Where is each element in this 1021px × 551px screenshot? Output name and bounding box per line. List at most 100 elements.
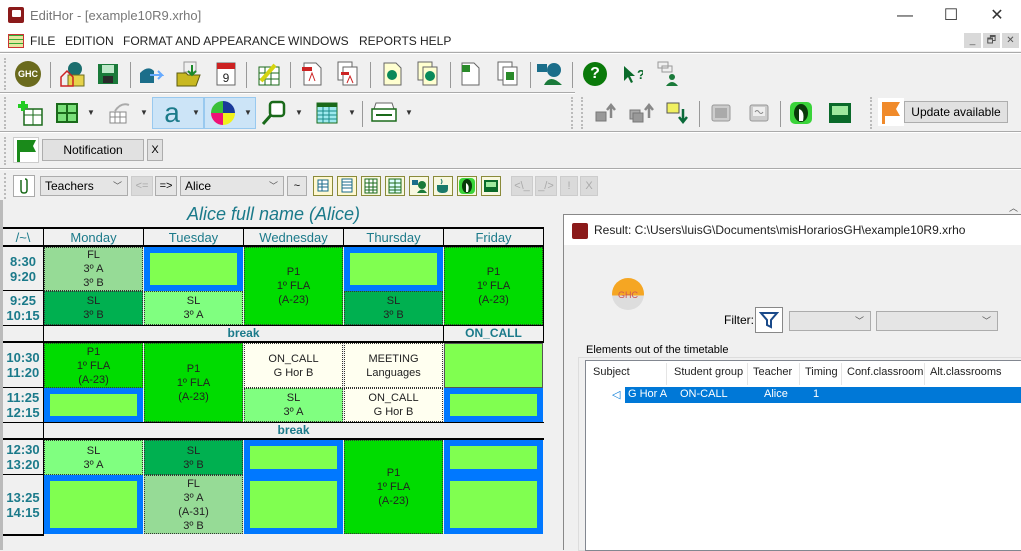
column-header-alt-classrooms[interactable]: Alt.classrooms xyxy=(930,366,1002,378)
zoom-dropdown[interactable]: ▼ xyxy=(294,108,304,117)
toolbar-grip[interactable] xyxy=(4,137,7,165)
grid-layout-dropdown[interactable]: ▼ xyxy=(86,108,96,117)
lesson-cell[interactable]: FL 3º A (A-31) 3º B xyxy=(144,475,243,534)
time-slot[interactable]: 8:30 9:20 xyxy=(3,247,43,290)
exclaim-button[interactable]: ! xyxy=(560,176,578,196)
minimize-button[interactable]: — xyxy=(882,0,928,31)
column-header-subject[interactable]: Subject xyxy=(593,366,630,378)
excel-multi-button[interactable] xyxy=(494,60,522,88)
view-grid-1-button[interactable] xyxy=(313,176,333,196)
lesson-cell[interactable]: P1 1º FLA (A-23) xyxy=(444,247,543,325)
green-person-button[interactable] xyxy=(787,99,815,127)
print-dropdown[interactable]: ▼ xyxy=(404,108,414,117)
empty-slot[interactable] xyxy=(344,247,443,291)
mdi-minimize-button[interactable]: _ xyxy=(964,33,981,48)
add-table-button[interactable] xyxy=(16,99,44,127)
lesson-cell[interactable]: SL 3º A xyxy=(144,291,243,325)
help-button[interactable]: ? xyxy=(581,60,609,88)
lesson-cell[interactable]: P1 1º FLA (A-23) xyxy=(44,343,143,388)
menu-edition[interactable]: EDITION xyxy=(65,34,114,48)
category-select[interactable]: Teachers ﹀ xyxy=(40,176,128,196)
menu-windows[interactable]: WINDOWS xyxy=(288,34,349,48)
web-page-button[interactable] xyxy=(378,60,406,88)
column-header-student-group[interactable]: Student group xyxy=(674,366,743,378)
lesson-cell[interactable]: P1 1º FLA (A-23) xyxy=(344,440,443,534)
empty-slot[interactable] xyxy=(444,475,543,534)
empty-slot[interactable] xyxy=(44,475,143,534)
color-palette-button[interactable] xyxy=(209,99,237,127)
menu-reports[interactable]: REPORTS xyxy=(359,34,417,48)
font-button[interactable]: a xyxy=(158,99,186,127)
table-button[interactable] xyxy=(313,99,341,127)
edit-grid-button[interactable] xyxy=(254,60,282,88)
tilde-button[interactable]: ~ xyxy=(287,176,307,196)
time-slot[interactable]: 12:30 13:20 xyxy=(3,440,43,474)
attach-button[interactable] xyxy=(13,175,35,197)
person-select[interactable]: Alice ﹀ xyxy=(180,176,284,196)
toolbar-grip[interactable] xyxy=(4,58,7,90)
pdf-multi-button[interactable] xyxy=(334,60,362,88)
on-call-row[interactable]: ON_CALL xyxy=(444,326,543,341)
empty-slot[interactable] xyxy=(444,343,543,388)
previous-button[interactable]: <= xyxy=(131,176,153,196)
menu-format[interactable]: FORMAT AND APPEARANCE xyxy=(123,34,285,48)
empty-slot[interactable] xyxy=(444,440,543,475)
view-break-button[interactable] xyxy=(433,176,453,196)
lesson-cell[interactable]: P1 1º FLA (A-23) xyxy=(244,247,343,325)
empty-slot[interactable] xyxy=(44,388,143,422)
lesson-cell[interactable]: SL 3º A xyxy=(44,440,143,475)
view-users-button[interactable] xyxy=(409,176,429,196)
close-button[interactable]: ✕ xyxy=(974,0,1020,31)
filter-select-1[interactable]: ﹀ xyxy=(789,311,871,331)
out-of-timetable-list[interactable]: Subject Student group Teacher Timing Con… xyxy=(585,360,1021,551)
maximize-button[interactable]: ☐ xyxy=(928,0,974,31)
font-dropdown[interactable]: ▼ xyxy=(191,108,201,117)
table-row[interactable]: G Hor A ON-CALL Alice 1 xyxy=(625,387,1021,403)
zoom-button[interactable] xyxy=(260,99,288,127)
time-slot[interactable]: 13:25 14:15 xyxy=(3,475,43,534)
ghc-logo-button[interactable]: GHC xyxy=(14,60,42,88)
column-header-teacher[interactable]: Teacher xyxy=(753,366,792,378)
color-dropdown[interactable]: ▼ xyxy=(243,108,253,117)
empty-slot[interactable] xyxy=(244,475,343,534)
column-header-timing[interactable]: Timing xyxy=(805,366,838,378)
empty-slot[interactable] xyxy=(144,247,243,291)
lesson-cell[interactable]: SL 3º B xyxy=(44,291,143,325)
nav-right-button[interactable]: _/> xyxy=(535,176,557,196)
toolbar-grip[interactable] xyxy=(581,97,584,129)
users-button[interactable] xyxy=(536,60,564,88)
web-pages-button[interactable] xyxy=(414,60,442,88)
save-button[interactable] xyxy=(94,60,122,88)
view-grid-4-button[interactable] xyxy=(385,176,405,196)
toolbar-grip[interactable] xyxy=(870,97,873,129)
green-grid-button[interactable] xyxy=(826,99,854,127)
grid-layout-button[interactable] xyxy=(53,99,81,127)
view-grid-3-button[interactable] xyxy=(361,176,381,196)
send-button[interactable] xyxy=(137,60,165,88)
toolbar-grip[interactable] xyxy=(571,97,574,129)
calendar-button[interactable]: 9 xyxy=(212,60,240,88)
table-dropdown[interactable]: ▼ xyxy=(347,108,357,117)
corner-header[interactable]: /~\ xyxy=(3,229,43,246)
lesson-cell[interactable]: SL 3º B xyxy=(144,440,243,475)
day-header-monday[interactable]: Monday xyxy=(44,229,143,246)
day-header-thursday[interactable]: Thursday xyxy=(344,229,443,246)
gray-wave-button[interactable] xyxy=(745,99,773,127)
column-header-conf-classroom[interactable]: Conf.classroom xyxy=(847,366,923,378)
toolbar-grip[interactable] xyxy=(4,97,7,129)
lesson-cell[interactable]: MEETING Languages xyxy=(344,343,443,388)
filter-select-2[interactable]: ﹀ xyxy=(876,311,998,331)
notification-close-button[interactable]: X xyxy=(147,139,163,161)
update-available-button[interactable]: Update available xyxy=(904,101,1008,123)
context-help-button[interactable]: ? xyxy=(618,60,646,88)
clear-button[interactable]: X xyxy=(580,176,598,196)
menu-help[interactable]: HELP xyxy=(420,34,451,48)
ghc-home-button[interactable] xyxy=(58,60,86,88)
excel-button[interactable] xyxy=(456,60,484,88)
lesson-cell[interactable]: ON_CALL G Hor B xyxy=(244,343,343,388)
lesson-cell[interactable]: ON_CALL G Hor B xyxy=(344,388,443,422)
move-up-button[interactable] xyxy=(592,99,620,127)
hand-grid-dropdown[interactable]: ▼ xyxy=(139,108,149,117)
move-down-button[interactable] xyxy=(664,99,692,127)
day-header-friday[interactable]: Friday xyxy=(444,229,543,246)
